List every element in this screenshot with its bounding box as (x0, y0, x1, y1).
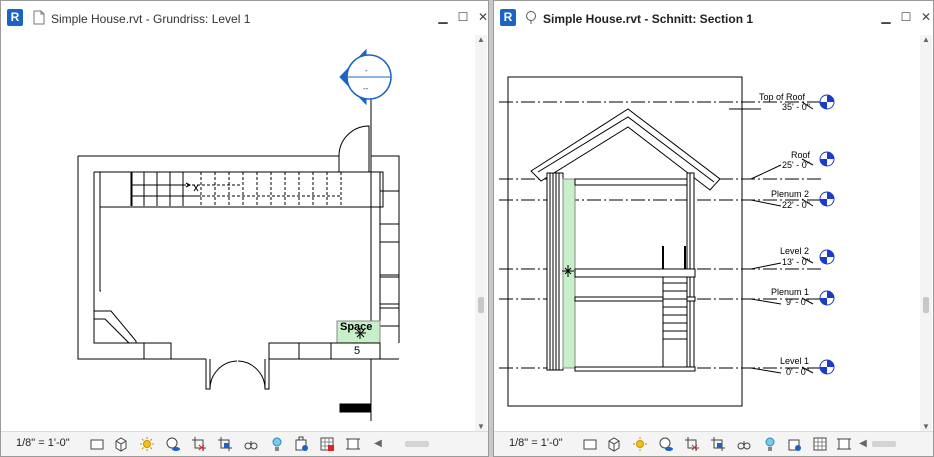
section-view-icon (526, 11, 536, 24)
scroll-left-arrow-icon[interactable]: ◀ (373, 438, 383, 450)
level-target-icon (819, 94, 835, 110)
visual-style-icon[interactable] (113, 436, 129, 452)
svg-text:Level 1: Level 1 (780, 356, 809, 366)
svg-text:-: - (365, 66, 368, 75)
revit-logo-icon: R (500, 9, 516, 26)
svg-text:Plenum 1: Plenum 1 (771, 287, 809, 297)
level-head-plenum-1[interactable]: Plenum 1 9' - 0" (771, 287, 809, 307)
shadows-icon[interactable] (658, 436, 674, 452)
show-crop-icon[interactable] (710, 436, 726, 452)
space-tag-number: 5 (354, 345, 360, 357)
visual-style-icon[interactable] (606, 436, 622, 452)
sun-path-icon[interactable] (139, 436, 155, 452)
lock-3d-icon[interactable] (786, 436, 802, 452)
show-crop-icon[interactable] (217, 436, 233, 452)
reveal-hidden-icon[interactable] (762, 436, 778, 452)
section-view-window[interactable]: R Simple House.rvt - Schnitt: Section 1 … (493, 0, 934, 457)
space-tag-label: Space (340, 321, 372, 333)
hscroll-thumb[interactable] (405, 441, 429, 447)
scroll-thumb[interactable] (923, 297, 929, 313)
view-titlebar[interactable]: R Simple House.rvt - Grundriss: Level 1 … (1, 1, 488, 35)
maximize-button[interactable]: ☐ (900, 10, 912, 24)
reveal-hidden-icon[interactable] (269, 436, 285, 452)
window-controls: ▁ ☐ ✕ (437, 10, 488, 24)
scroll-up-arrow-icon[interactable]: ▲ (920, 35, 932, 45)
level-target-icon (819, 191, 835, 207)
vertical-scrollbar[interactable]: ▲ ▼ (920, 35, 932, 432)
svg-text:0' - 0": 0' - 0" (786, 367, 809, 377)
view-scale[interactable]: 1/8" = 1'-0" (509, 437, 563, 449)
lock-3d-icon[interactable] (293, 436, 309, 452)
minimize-button[interactable]: ▁ (880, 10, 892, 24)
horizontal-scrollbar[interactable]: ◀ (858, 438, 918, 450)
level-target-icon (819, 290, 835, 306)
window-controls: ▁ ☐ ✕ (880, 10, 932, 24)
shadows-icon[interactable] (165, 436, 181, 452)
elevation-marker-icon[interactable]: - -- (339, 48, 392, 106)
svg-text:Top of Roof: Top of Roof (759, 92, 806, 102)
hscroll-thumb[interactable] (872, 441, 896, 447)
document-icon (33, 10, 45, 25)
level-head-level-2[interactable]: Level 2 13' - 0" (780, 246, 810, 267)
svg-text:9' - 0": 9' - 0" (786, 297, 809, 307)
highlight-displacement-icon[interactable] (345, 436, 361, 452)
detail-level-icon[interactable] (89, 436, 105, 452)
scroll-up-arrow-icon[interactable]: ▲ (475, 35, 487, 45)
crop-view-icon[interactable] (684, 436, 700, 452)
level-target-icon (819, 151, 835, 167)
section-canvas[interactable]: Top of Roof 35' - 0" Roof 25' - 0" Plenu… (494, 35, 920, 433)
close-button[interactable]: ✕ (920, 10, 932, 24)
svg-text:Plenum 2: Plenum 2 (771, 189, 809, 199)
view-title: Simple House.rvt - Grundriss: Level 1 (51, 12, 251, 26)
analytical-model-icon[interactable] (812, 436, 828, 452)
temporary-hide-icon[interactable] (243, 436, 259, 452)
level-target-icons (819, 94, 835, 375)
svg-text:22' - 0": 22' - 0" (782, 200, 810, 210)
detail-level-icon[interactable] (582, 436, 598, 452)
level-head-level-1[interactable]: Level 1 0' - 0" (780, 356, 809, 377)
scroll-left-arrow-icon[interactable]: ◀ (858, 438, 868, 450)
vertical-scrollbar[interactable]: ▲ ▼ (475, 35, 487, 432)
minimize-button[interactable]: ▁ (437, 10, 449, 24)
level-target-icon (819, 359, 835, 375)
svg-text:35' - 0": 35' - 0" (782, 102, 810, 112)
svg-text:25' - 0": 25' - 0" (782, 160, 810, 170)
level-head-roof[interactable]: Roof 25' - 0" (782, 150, 811, 170)
highlight-displacement-icon[interactable] (836, 436, 852, 452)
view-titlebar[interactable]: R Simple House.rvt - Schnitt: Section 1 … (494, 1, 933, 35)
view-control-bar: 1/8" = 1'-0" ◀ (1, 431, 488, 456)
floor-plan-view-window[interactable]: R Simple House.rvt - Grundriss: Level 1 … (0, 0, 489, 457)
svg-text:Roof: Roof (791, 150, 811, 160)
crop-view-icon[interactable] (191, 436, 207, 452)
svg-text:--: -- (363, 84, 369, 93)
view-control-bar: 1/8" = 1'-0" ◀ (494, 431, 933, 456)
svg-text:Level 2: Level 2 (780, 246, 809, 256)
view-scale[interactable]: 1/8" = 1'-0" (16, 437, 70, 449)
level-target-icon (819, 249, 835, 265)
scroll-thumb[interactable] (478, 297, 484, 313)
analytical-model-icon[interactable] (319, 436, 335, 452)
view-title: Simple House.rvt - Schnitt: Section 1 (543, 12, 754, 26)
close-button[interactable]: ✕ (477, 10, 488, 24)
sun-path-icon[interactable] (632, 436, 648, 452)
maximize-button[interactable]: ☐ (457, 10, 469, 24)
floor-plan-canvas[interactable]: Space 5 - -- (1, 35, 475, 433)
revit-logo-icon: R (7, 9, 23, 26)
horizontal-scrollbar[interactable]: ◀ (373, 438, 473, 450)
svg-text:13' - 0": 13' - 0" (782, 257, 810, 267)
temporary-hide-icon[interactable] (736, 436, 752, 452)
